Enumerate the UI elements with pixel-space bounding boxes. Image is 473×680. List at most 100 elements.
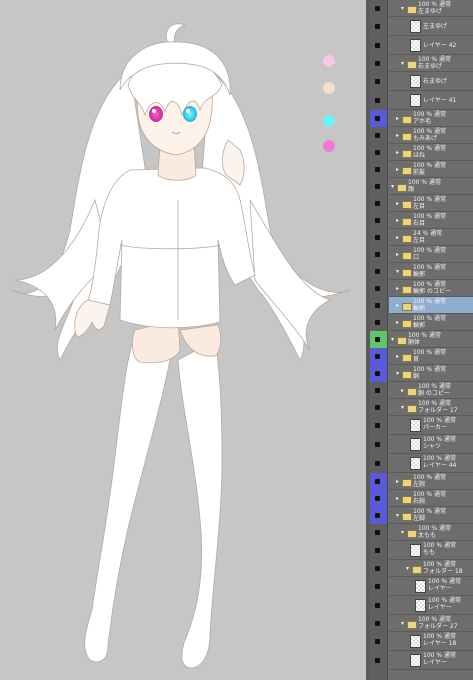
layer-entry[interactable]: ▾ 100 % 通常 フォルダー 18 (389, 560, 473, 577)
layer-row[interactable]: レイヤー 42 (370, 36, 473, 55)
expand-down-icon[interactable]: ▾ (396, 268, 399, 275)
visibility-toggle[interactable] (370, 473, 388, 490)
color-swatch-pink-light[interactable] (323, 55, 335, 67)
layer-entry[interactable]: ▸ 24 % 通常 左目 (389, 229, 473, 246)
expand-right-icon[interactable]: ▸ (396, 166, 399, 173)
layer-entry[interactable]: 100 % 通常 シャツ (389, 435, 473, 454)
visibility-toggle[interactable] (370, 365, 388, 382)
expand-down-icon[interactable]: ▾ (401, 5, 404, 12)
layer-row[interactable]: 左まゆげ (370, 17, 473, 36)
layer-row[interactable]: 右まゆげ (370, 72, 473, 91)
visibility-toggle[interactable] (370, 416, 388, 435)
layer-row[interactable]: ▸ 100 % 通常 はね (370, 144, 473, 161)
expand-right-icon[interactable]: ▸ (401, 387, 404, 394)
layer-row[interactable]: ▸ 100 % 通常口 (370, 246, 473, 263)
layer-entry[interactable]: ▾ 100 % 通常胴 (389, 365, 473, 382)
expand-right-icon[interactable]: ▸ (396, 217, 399, 224)
layer-entry[interactable]: レイヤー 41 (389, 91, 473, 110)
visibility-toggle[interactable] (370, 55, 388, 72)
expand-down-icon[interactable]: ▾ (401, 620, 404, 627)
layer-row[interactable]: ▸ 24 % 通常 左目 (370, 229, 473, 246)
visibility-toggle[interactable] (370, 524, 388, 541)
expand-right-icon[interactable]: ▸ (396, 251, 399, 258)
visibility-toggle[interactable] (370, 490, 388, 507)
layer-entry[interactable]: 100 % 通常 レイヤー 44 (389, 454, 473, 473)
visibility-toggle[interactable] (370, 246, 388, 263)
visibility-toggle[interactable] (370, 560, 388, 577)
visibility-toggle[interactable] (370, 161, 388, 178)
expand-right-icon[interactable]: ▸ (396, 319, 399, 326)
layer-entry[interactable]: ▸ 100 % 通常 もみあげ (389, 127, 473, 144)
visibility-toggle[interactable] (370, 596, 388, 615)
visibility-toggle[interactable] (370, 212, 388, 229)
drawing-canvas[interactable] (0, 0, 366, 680)
layer-row[interactable]: ▸ 100 % 通常 輪郭 (370, 297, 473, 314)
layer-entry[interactable]: ▾ 100 % 通常顔 (389, 178, 473, 195)
layer-entry[interactable]: 100 % 通常 もも (389, 541, 473, 560)
layer-entry[interactable]: ▸ 100 % 通常 右目 (389, 212, 473, 229)
layer-row[interactable]: ▸ 100 % 通常 左目 (370, 195, 473, 212)
layer-row[interactable]: ▾ 100 % 通常 左まゆげ (370, 0, 473, 17)
layer-row[interactable]: ▸ 100 % 通常 前髪 (370, 161, 473, 178)
layer-row[interactable]: ▸ 100 % 通常首 (370, 348, 473, 365)
layer-row[interactable]: 100 % 通常 レイヤー (370, 596, 473, 615)
layer-entry[interactable]: ▸ 100 % 通常 左目 (389, 195, 473, 212)
layer-entry[interactable]: ▾ 100 % 通常 太もも (389, 524, 473, 541)
visibility-toggle[interactable] (370, 435, 388, 454)
layer-row[interactable]: ▸ 100 % 通常 右目 (370, 212, 473, 229)
visibility-toggle[interactable] (370, 348, 388, 365)
expand-down-icon[interactable]: ▾ (396, 370, 399, 377)
layer-row[interactable]: ▾ 100 % 通常 フォルダー 17 (370, 399, 473, 416)
layer-entry[interactable]: 100 % 通常 レイヤー 18 (389, 632, 473, 651)
visibility-toggle[interactable] (370, 178, 388, 195)
layer-entry[interactable]: ▾ 100 % 通常 右まゆげ (389, 55, 473, 72)
visibility-toggle[interactable] (370, 144, 388, 161)
layer-entry[interactable]: ▸ 100 % 通常 アホ毛 (389, 110, 473, 127)
expand-down-icon[interactable]: ▾ (401, 404, 404, 411)
layer-entry[interactable]: ▾ 100 % 通常 フォルダー 17 (389, 399, 473, 416)
visibility-toggle[interactable] (370, 399, 388, 416)
layer-row[interactable]: ▾ 100 % 通常 太もも (370, 524, 473, 541)
expand-right-icon[interactable]: ▸ (396, 234, 399, 241)
layer-entry[interactable]: ▸ 100 % 通常胴 のコピー (389, 382, 473, 399)
visibility-toggle[interactable] (370, 127, 388, 144)
expand-right-icon[interactable]: ▸ (396, 478, 399, 485)
layer-row[interactable]: ▸ 100 % 通常 輪郭 (370, 314, 473, 331)
visibility-toggle[interactable] (370, 280, 388, 297)
layer-row[interactable]: ▸ 100 % 通常 アホ毛 (370, 110, 473, 127)
layer-row[interactable]: ▸ 100 % 通常 右腕 (370, 490, 473, 507)
visibility-toggle[interactable] (370, 314, 388, 331)
layer-entry[interactable]: 100 % 通常 レイヤー (389, 651, 473, 670)
expand-right-icon[interactable]: ▸ (396, 115, 399, 122)
layer-row[interactable]: 100 % 通常 パーカー (370, 416, 473, 435)
layer-row[interactable]: ▾ 100 % 通常 右まゆげ (370, 55, 473, 72)
layer-row[interactable]: ▸ 100 % 通常 左腕 (370, 473, 473, 490)
layer-entry[interactable]: ▸ 100 % 通常 前髪 (389, 161, 473, 178)
expand-right-icon[interactable]: ▸ (396, 302, 399, 309)
layer-entry[interactable]: ▸ 100 % 通常 左腕 (389, 473, 473, 490)
visibility-toggle[interactable] (370, 229, 388, 246)
visibility-toggle[interactable] (370, 454, 388, 473)
visibility-toggle[interactable] (370, 297, 388, 314)
visibility-toggle[interactable] (370, 110, 388, 127)
expand-right-icon[interactable]: ▸ (396, 149, 399, 156)
layer-row[interactable]: ▾ 100 % 通常 左脚 (370, 507, 473, 524)
visibility-toggle[interactable] (370, 651, 388, 670)
visibility-toggle[interactable] (370, 91, 388, 110)
expand-right-icon[interactable]: ▸ (396, 285, 399, 292)
layer-row[interactable]: 100 % 通常 もも (370, 541, 473, 560)
layer-row[interactable]: ▸ 100 % 通常胴 のコピー (370, 382, 473, 399)
visibility-toggle[interactable] (370, 0, 388, 17)
visibility-toggle[interactable] (370, 72, 388, 91)
visibility-toggle[interactable] (370, 507, 388, 524)
expand-right-icon[interactable]: ▸ (396, 495, 399, 502)
expand-down-icon[interactable]: ▾ (391, 336, 394, 343)
expand-down-icon[interactable]: ▾ (396, 512, 399, 519)
expand-right-icon[interactable]: ▸ (396, 353, 399, 360)
expand-right-icon[interactable]: ▸ (396, 132, 399, 139)
visibility-toggle[interactable] (370, 195, 388, 212)
layer-row[interactable]: 100 % 通常 シャツ (370, 435, 473, 454)
visibility-toggle[interactable] (370, 17, 388, 36)
color-swatch-cyan[interactable] (323, 115, 335, 127)
layer-entry[interactable]: ▾ 100 % 通常 左まゆげ (389, 0, 473, 17)
